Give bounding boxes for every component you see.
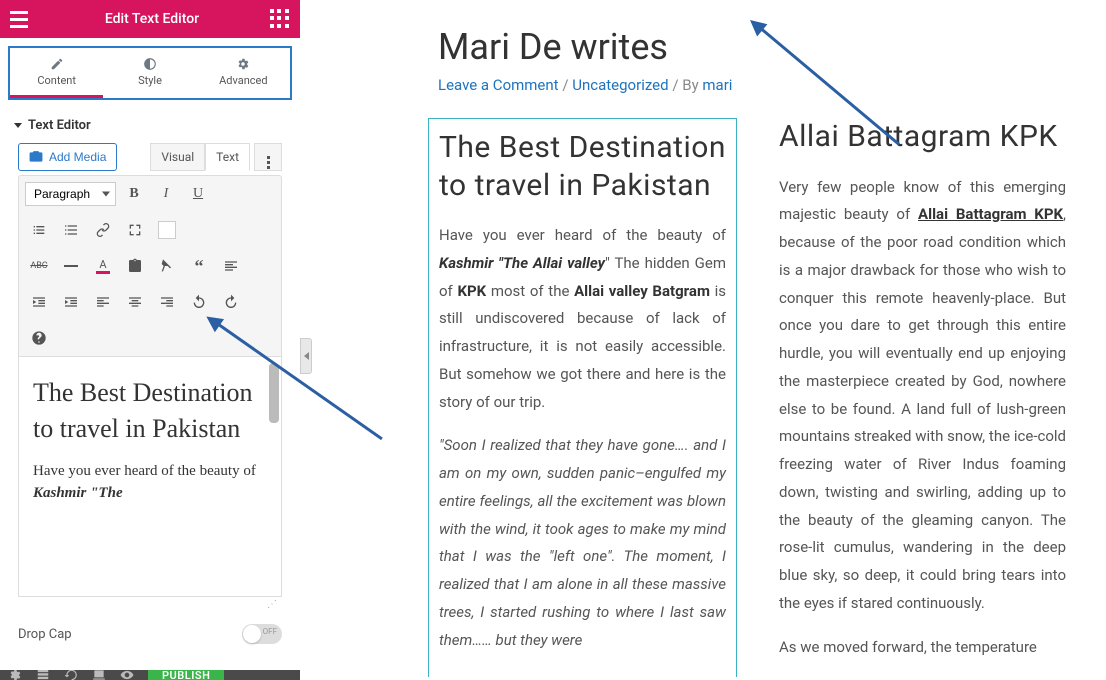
help-button[interactable] [25,324,53,352]
italic-button[interactable]: I [152,180,180,208]
camera-icon [29,150,43,164]
editor-paragraph: Have you ever heard of the beauty of Kas… [33,460,267,505]
column-2: Allai Battagram KPK Very few people know… [779,118,1066,677]
page-preview: Mari De writes Leave a Comment / Uncateg… [330,0,1106,680]
editor-heading: The Best Destination to travel in Pakist… [33,375,267,448]
widgets-icon[interactable] [270,9,290,29]
section-title: Text Editor [28,118,91,133]
align-center-button[interactable] [121,288,149,316]
menu-button[interactable] [10,7,34,31]
bullet-list-button[interactable] [25,216,53,244]
post-meta: Leave a Comment / Uncategorized / By mar… [438,76,1066,94]
editor-sidebar: Edit Text Editor Content Style Advanced … [0,0,300,680]
publish-button[interactable]: PUBLISH [148,670,224,680]
hr-button[interactable] [57,252,85,280]
align-button[interactable] [217,252,245,280]
col2-paragraph-2: As we moved forward, the temperature [779,634,1066,662]
author-link[interactable]: mari [702,76,732,94]
panel-collapse-button[interactable] [300,338,312,374]
underline-button[interactable]: U [184,180,212,208]
style-icon [143,57,157,71]
content-editor[interactable]: The Best Destination to travel in Pakist… [18,357,282,597]
editor-tabs: Content Style Advanced [8,46,292,100]
tab-advanced[interactable]: Advanced [197,48,290,98]
dropcap-toggle[interactable]: OFF [242,624,282,644]
dropcap-label: Drop Cap [18,627,72,642]
col2-heading: Allai Battagram KPK [779,118,1066,156]
col1-paragraph-2: "Soon I realized that they have gone…. a… [439,432,726,654]
settings-icon[interactable] [8,670,22,680]
gear-icon [236,57,250,71]
text-editor-panel: Add Media Visual Text Paragraph B I U [0,143,300,612]
color-swatch[interactable] [153,216,181,244]
dropcap-control: Drop Cap OFF [0,612,300,656]
category-link[interactable]: Uncategorized [572,76,668,94]
redo-button[interactable] [217,288,245,316]
outdent-button[interactable] [25,288,53,316]
add-media-label: Add Media [49,150,106,164]
col1-heading: The Best Destination to travel in Pakist… [439,129,726,204]
indent-button[interactable] [57,288,85,316]
strikethrough-button[interactable]: ABC [25,252,53,280]
tab-advanced-label: Advanced [219,74,267,87]
numbered-list-button[interactable] [57,216,85,244]
section-toggle[interactable]: Text Editor [0,108,300,143]
resize-handle[interactable]: ⋰ [18,597,282,612]
toolbar-toggle-button[interactable] [254,143,282,171]
col1-paragraph-1: Have you ever heard of the beauty of Kas… [439,222,726,416]
leave-comment-link[interactable]: Leave a Comment [438,76,559,94]
tab-content[interactable]: Content [10,48,103,98]
align-left-button[interactable] [89,288,117,316]
align-right-button[interactable] [153,288,181,316]
col2-paragraph-1: Very few people know of this emerging ma… [779,174,1066,618]
tab-content-label: Content [37,74,76,87]
tab-style-label: Style [138,74,162,87]
footer-bar: PUBLISH [0,670,300,680]
paste-text-button[interactable] [121,252,149,280]
text-color-button[interactable]: A [89,252,117,280]
sidebar-header: Edit Text Editor [0,0,300,38]
format-select[interactable]: Paragraph [25,182,116,206]
responsive-icon[interactable] [92,670,106,680]
column-1: The Best Destination to travel in Pakist… [428,118,737,677]
clear-format-button[interactable] [153,252,181,280]
history-icon[interactable] [64,670,78,680]
pencil-icon [50,57,64,71]
fullscreen-button[interactable] [121,216,149,244]
bold-button[interactable]: B [120,180,148,208]
visual-mode-tab[interactable]: Visual [150,143,205,171]
wysiwyg-toolbar: Paragraph B I U ABC A “ [18,175,282,357]
preview-icon[interactable] [120,670,134,680]
link-button[interactable] [89,216,117,244]
toggle-state: OFF [263,627,277,636]
text-mode-tab[interactable]: Text [205,143,250,171]
panel-title: Edit Text Editor [105,11,199,27]
quote-button[interactable]: “ [185,252,213,280]
navigator-icon[interactable] [36,670,50,680]
caret-down-icon [14,123,22,128]
tab-style[interactable]: Style [103,48,196,98]
add-media-button[interactable]: Add Media [18,143,117,171]
scrollbar[interactable] [269,363,279,423]
